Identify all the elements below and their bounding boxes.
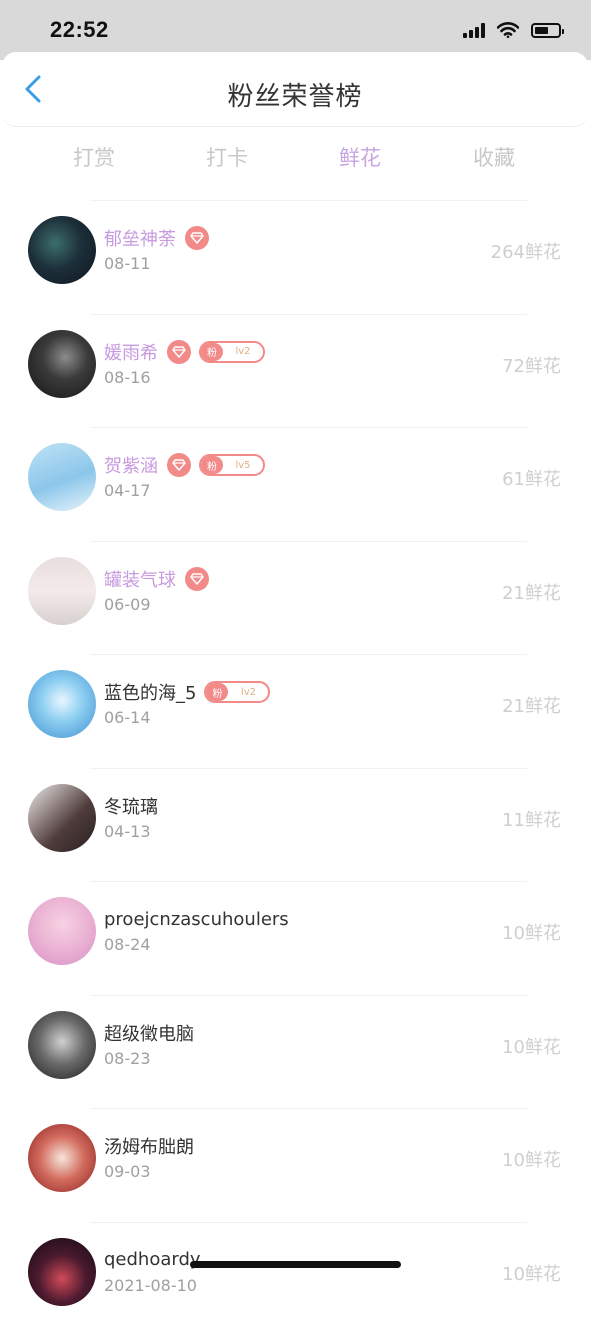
- list-item[interactable]: 蓝色的海_5 粉lv2 06-14 21鲜花: [0, 654, 591, 768]
- name-line: 贺紫涵 粉lv5: [104, 452, 265, 478]
- list-item[interactable]: 超级徵电脑 08-23 10鲜花: [0, 995, 591, 1109]
- user-name[interactable]: 媛雨希: [104, 339, 158, 365]
- fan-badge-level: lv2: [223, 346, 263, 357]
- name-line: 超级徵电脑: [104, 1020, 194, 1046]
- date-text: 04-13: [104, 822, 151, 841]
- date-text: 08-16: [104, 368, 151, 387]
- flower-count: 11鲜花: [502, 806, 561, 832]
- list-item[interactable]: 媛雨希 粉lv2 08-16 72鲜花: [0, 314, 591, 428]
- flower-count: 21鲜花: [502, 579, 561, 605]
- flower-count: 264鲜花: [491, 238, 561, 264]
- tab-flowers[interactable]: 鲜花: [339, 142, 381, 172]
- status-bar: 22:52: [0, 0, 591, 60]
- flower-count: 10鲜花: [502, 919, 561, 945]
- user-name[interactable]: 郁垒神荼: [104, 225, 176, 251]
- nav-bar: 粉丝荣誉榜: [2, 52, 588, 127]
- user-name[interactable]: 贺紫涵: [104, 452, 158, 478]
- name-line: qedhoardy: [104, 1247, 201, 1273]
- name-line: 冬琉璃: [104, 793, 158, 819]
- row-divider: [90, 541, 527, 542]
- fan-badge-label: 粉: [201, 343, 223, 361]
- list-item[interactable]: 汤姆布朏朗 09-03 10鲜花: [0, 1108, 591, 1222]
- date-text: 08-23: [104, 1049, 151, 1068]
- user-name[interactable]: qedhoardy: [104, 1249, 201, 1270]
- avatar[interactable]: [28, 557, 96, 625]
- avatar[interactable]: [28, 1238, 96, 1306]
- fan-badge-level: lv2: [228, 687, 268, 698]
- diamond-icon: [167, 453, 191, 477]
- fan-badge-label: 粉: [201, 456, 223, 474]
- flower-count: 10鲜花: [502, 1260, 561, 1286]
- user-name[interactable]: 蓝色的海_5: [104, 679, 196, 705]
- avatar[interactable]: [28, 897, 96, 965]
- flower-count: 10鲜花: [502, 1033, 561, 1059]
- battery-icon: [531, 23, 561, 38]
- avatar[interactable]: [28, 1124, 96, 1192]
- fan-badge-label: 粉: [206, 683, 228, 701]
- date-text: 2021-08-10: [104, 1276, 197, 1295]
- list-item[interactable]: 罐装气球 06-09 21鲜花: [0, 541, 591, 655]
- diamond-icon: [185, 226, 209, 250]
- fan-level-badge: 粉lv2: [204, 681, 270, 703]
- fan-badge-level: lv5: [223, 460, 263, 471]
- fan-ranking-list: 郁垒神荼08-11264鲜花媛雨希粉lv208-1672鲜花贺紫涵粉lv504-…: [0, 200, 591, 1335]
- list-item[interactable]: 贺紫涵 粉lv5 04-17 61鲜花: [0, 427, 591, 541]
- tab-checkin[interactable]: 打卡: [206, 142, 248, 172]
- signal-icon: [463, 23, 485, 38]
- status-time: 22:52: [50, 17, 109, 43]
- row-divider: [90, 995, 527, 996]
- home-indicator[interactable]: [190, 1261, 401, 1268]
- diamond-icon: [185, 567, 209, 591]
- list-item[interactable]: 冬琉璃 04-13 11鲜花: [0, 768, 591, 882]
- flower-count: 72鲜花: [502, 352, 561, 378]
- date-text: 09-03: [104, 1162, 151, 1181]
- tab-bar: 打赏 打卡 鲜花 收藏: [0, 138, 591, 178]
- date-text: 06-14: [104, 708, 151, 727]
- user-name[interactable]: 超级徵电脑: [104, 1020, 194, 1046]
- fan-level-badge: 粉lv5: [199, 454, 265, 476]
- user-name[interactable]: 罐装气球: [104, 566, 176, 592]
- tab-tip[interactable]: 打赏: [73, 142, 115, 172]
- avatar[interactable]: [28, 443, 96, 511]
- list-item[interactable]: 郁垒神荼 08-11 264鲜花: [0, 200, 591, 314]
- flower-count: 10鲜花: [502, 1146, 561, 1172]
- date-text: 06-09: [104, 595, 151, 614]
- page-title: 粉丝荣誉榜: [2, 76, 588, 113]
- avatar[interactable]: [28, 330, 96, 398]
- user-name[interactable]: proejcnzascuhoulers: [104, 909, 289, 930]
- avatar[interactable]: [28, 784, 96, 852]
- diamond-icon: [167, 340, 191, 364]
- name-line: 蓝色的海_5 粉lv2: [104, 679, 270, 705]
- flower-count: 61鲜花: [502, 465, 561, 491]
- battery-level: [535, 27, 548, 34]
- name-line: 汤姆布朏朗: [104, 1133, 194, 1159]
- list-item[interactable]: qedhoardy 2021-08-10 10鲜花: [0, 1222, 591, 1335]
- flower-count: 21鲜花: [502, 692, 561, 718]
- date-text: 08-24: [104, 935, 151, 954]
- list-item[interactable]: proejcnzascuhoulers 08-24 10鲜花: [0, 881, 591, 995]
- avatar[interactable]: [28, 670, 96, 738]
- row-divider: [90, 881, 527, 882]
- avatar[interactable]: [28, 1011, 96, 1079]
- tab-favorites[interactable]: 收藏: [473, 142, 515, 172]
- fan-level-badge: 粉lv2: [199, 341, 265, 363]
- row-divider: [90, 654, 527, 655]
- name-line: 郁垒神荼: [104, 225, 209, 251]
- date-text: 08-11: [104, 254, 151, 273]
- avatar[interactable]: [28, 216, 96, 284]
- wifi-icon: [497, 22, 519, 38]
- status-icons: [463, 22, 561, 38]
- row-divider: [90, 200, 527, 201]
- name-line: 罐装气球: [104, 566, 209, 592]
- name-line: proejcnzascuhoulers: [104, 906, 289, 932]
- user-name[interactable]: 冬琉璃: [104, 793, 158, 819]
- date-text: 04-17: [104, 481, 151, 500]
- row-divider: [90, 427, 527, 428]
- row-divider: [90, 1108, 527, 1109]
- user-name[interactable]: 汤姆布朏朗: [104, 1133, 194, 1159]
- row-divider: [90, 1222, 527, 1223]
- row-divider: [90, 314, 527, 315]
- row-divider: [90, 768, 527, 769]
- name-line: 媛雨希 粉lv2: [104, 339, 265, 365]
